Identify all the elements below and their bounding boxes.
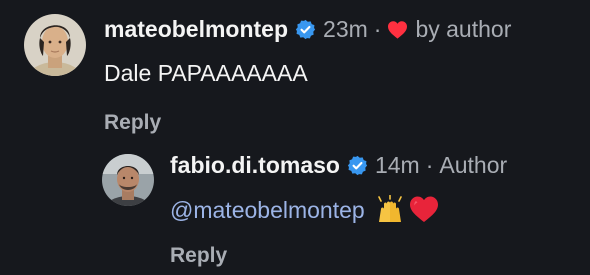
raising-hands-icon [375, 195, 405, 225]
separator-dot: · [373, 16, 382, 42]
reply-button[interactable]: Reply [104, 111, 511, 135]
reply-header: fabio.di.tomaso 14m · Author [170, 150, 507, 180]
mention-link[interactable]: @mateobelmontep [170, 195, 365, 225]
reply-item: fabio.di.tomaso 14m · Author @mateobelmo… [102, 150, 507, 268]
comment-time: 23m [323, 16, 368, 42]
comment-thread: mateobelmontep 23m · by author Dale PAPA… [0, 0, 590, 275]
separator-dot: · [425, 152, 434, 178]
reply-text: @mateobelmontep [170, 195, 507, 225]
avatar[interactable] [24, 14, 86, 76]
comment-text: Dale PAPAAAAAAA [104, 60, 308, 86]
author-tag: Author [439, 152, 508, 178]
reply-body: fabio.di.tomaso 14m · Author @mateobelmo… [170, 150, 507, 268]
liked-by-author-label: by author [415, 16, 512, 42]
red-heart-icon [409, 195, 439, 225]
comment-header: mateobelmontep 23m · by author [104, 14, 511, 44]
comment-item: mateobelmontep 23m · by author Dale PAPA… [24, 14, 511, 135]
verified-badge-icon [295, 19, 316, 40]
heart-icon [387, 20, 408, 39]
emoji-group [375, 195, 443, 225]
username[interactable]: fabio.di.tomaso [170, 150, 340, 180]
reply-button[interactable]: Reply [170, 244, 507, 268]
reply-time: 14m [374, 152, 420, 178]
username[interactable]: mateobelmontep [104, 14, 288, 44]
verified-badge-icon [347, 155, 368, 176]
comment-body: mateobelmontep 23m · by author Dale PAPA… [104, 14, 511, 135]
avatar[interactable] [102, 154, 154, 206]
